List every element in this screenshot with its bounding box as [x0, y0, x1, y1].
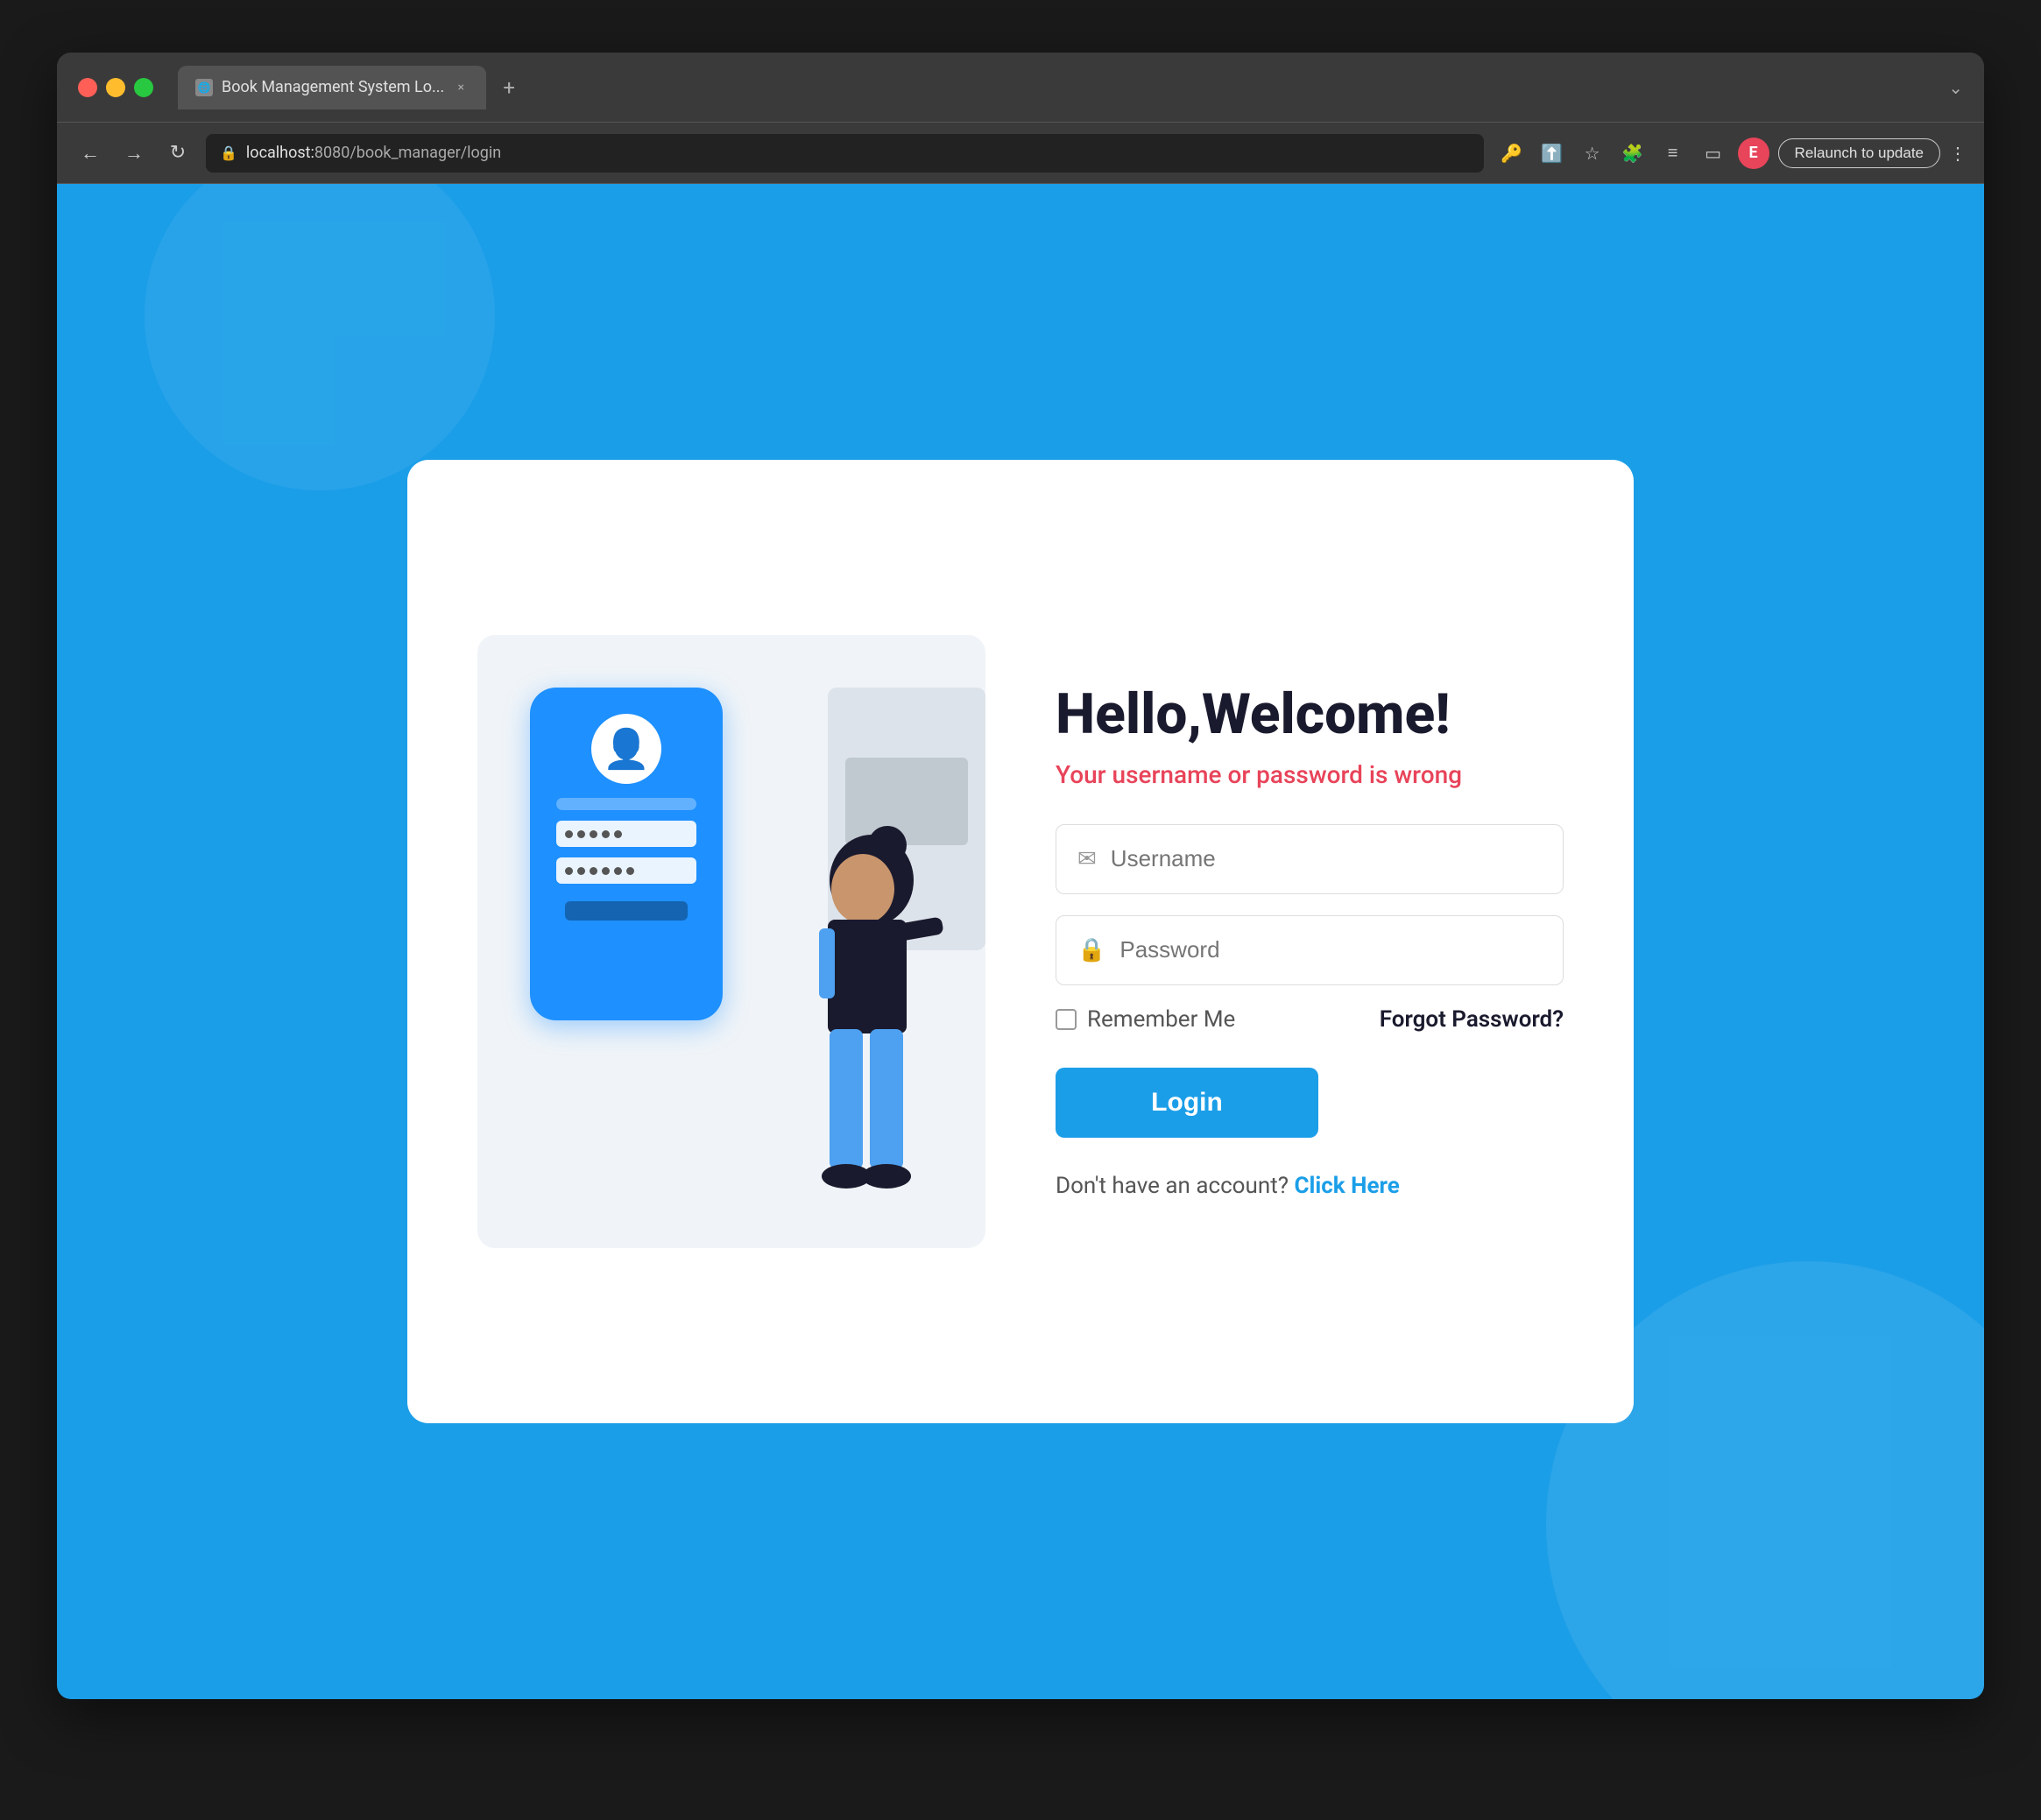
tab-favicon: 🌐	[195, 79, 213, 96]
browser-navbar: ← → ↻ 🔒 localhost:8080/book_manager/logi…	[57, 123, 1984, 184]
phone-input-row-2	[556, 857, 696, 884]
dot	[590, 867, 597, 875]
dot	[565, 867, 573, 875]
dot	[602, 830, 610, 838]
dot	[602, 867, 610, 875]
person-illustration	[758, 810, 950, 1248]
remember-me-label[interactable]: Remember Me	[1056, 1006, 1235, 1033]
tab-list-icon[interactable]: ≡	[1657, 138, 1689, 169]
lock-field-icon: 🔒	[1077, 937, 1105, 963]
phone-input-row-1	[556, 821, 696, 847]
browser-window: 🌐 Book Management System Lo... × + ⌄ ← →…	[57, 53, 1984, 1699]
minimize-window-button[interactable]	[106, 78, 125, 97]
login-card: 👤	[407, 460, 1634, 1423]
email-icon: ✉	[1077, 846, 1097, 872]
dot	[626, 867, 634, 875]
forward-button[interactable]: →	[118, 138, 150, 169]
traffic-lights	[78, 78, 153, 97]
browser-titlebar: 🌐 Book Management System Lo... × + ⌄	[57, 53, 1984, 123]
dot	[590, 830, 597, 838]
lock-icon: 🔒	[220, 145, 237, 161]
username-input[interactable]	[1111, 845, 1542, 872]
address-text: localhost:8080/book_manager/login	[246, 144, 501, 162]
phone-name-bar	[556, 798, 696, 810]
username-field-container: ✉	[1056, 824, 1564, 894]
password-dots-1	[565, 830, 622, 838]
tab-bar: 🌐 Book Management System Lo... × +	[178, 66, 1934, 109]
sidebar-icon[interactable]: ▭	[1698, 138, 1729, 169]
login-button[interactable]: Login	[1056, 1068, 1318, 1138]
password-dots-2	[565, 867, 634, 875]
key-icon[interactable]: 🔑	[1496, 138, 1528, 169]
phone-avatar-circle: 👤	[591, 714, 661, 784]
reload-button[interactable]: ↻	[162, 138, 194, 169]
phone-device: 👤	[530, 688, 723, 1020]
password-input[interactable]	[1119, 936, 1542, 963]
profile-avatar-button[interactable]: E	[1738, 138, 1769, 169]
password-field-container: 🔒	[1056, 915, 1564, 985]
tab-close-button[interactable]: ×	[453, 80, 469, 95]
form-options: Remember Me Forgot Password?	[1056, 1006, 1564, 1033]
toolbar-icons: 🔑 ⬆️ ☆ 🧩 ≡ ▭ E Relaunch to update ⋮	[1496, 138, 1967, 169]
dot	[577, 830, 585, 838]
phone-avatar-icon: 👤	[603, 726, 651, 772]
close-window-button[interactable]	[78, 78, 97, 97]
maximize-window-button[interactable]	[134, 78, 153, 97]
back-button[interactable]: ←	[74, 138, 106, 169]
active-tab[interactable]: 🌐 Book Management System Lo... ×	[178, 66, 486, 109]
tab-menu-arrow[interactable]: ⌄	[1948, 77, 1963, 98]
illustration-side: 👤	[477, 635, 985, 1248]
phone-bottom-bar	[565, 901, 688, 921]
signup-text: Don't have an account? Click Here	[1056, 1173, 1564, 1199]
remember-me-checkbox[interactable]	[1056, 1009, 1077, 1030]
signup-prompt: Don't have an account?	[1056, 1173, 1289, 1199]
dot	[577, 867, 585, 875]
dot	[614, 830, 622, 838]
dot	[614, 867, 622, 875]
share-icon[interactable]: ⬆️	[1536, 138, 1568, 169]
error-message: Your username or password is wrong	[1056, 760, 1564, 789]
page-title: Hello,Welcome!	[1056, 684, 1564, 745]
address-host: localhost	[246, 144, 311, 162]
bookmark-icon[interactable]: ☆	[1577, 138, 1608, 169]
page-content: 👤	[57, 184, 1984, 1699]
new-tab-button[interactable]: +	[493, 72, 525, 103]
tab-title: Book Management System Lo...	[222, 78, 444, 96]
dot	[565, 830, 573, 838]
extensions-icon[interactable]: 🧩	[1617, 138, 1649, 169]
signup-link[interactable]: Click Here	[1294, 1173, 1399, 1199]
relaunch-button[interactable]: Relaunch to update	[1778, 138, 1940, 168]
address-path: 8080/book_manager/login	[314, 144, 501, 162]
more-options-button[interactable]: ⋮	[1949, 143, 1967, 164]
forgot-password-link[interactable]: Forgot Password?	[1380, 1006, 1564, 1033]
remember-me-text: Remember Me	[1087, 1006, 1235, 1033]
illustration-container: 👤	[477, 635, 985, 1248]
address-bar[interactable]: 🔒 localhost:8080/book_manager/login	[206, 134, 1484, 173]
bg-decoration-circle-2	[145, 184, 495, 490]
form-side: Hello,Welcome! Your username or password…	[1056, 667, 1564, 1216]
